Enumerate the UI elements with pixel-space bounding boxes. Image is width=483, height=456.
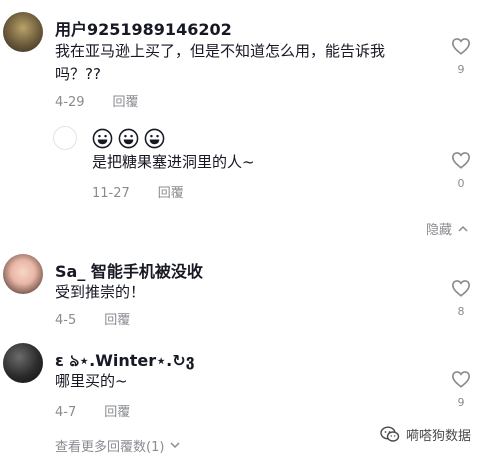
- watermark: 嗬嗒狗数据: [380, 425, 471, 444]
- like-count: 9: [457, 63, 465, 76]
- heart-icon: [451, 280, 471, 297]
- comment-meta: 4-7 回覆: [55, 401, 130, 420]
- avatar[interactable]: [3, 343, 43, 383]
- comment-text: 哪里买的~: [55, 372, 128, 390]
- comment-username[interactable]: 用户9251989146202: [55, 16, 232, 40]
- comment-username[interactable]: Sa_ 智能手机被没收: [55, 258, 203, 282]
- like-count: 8: [457, 305, 465, 318]
- comment-date: 11-27: [92, 186, 130, 201]
- comment-text: 我在亚马逊上买了，但是不知道怎么用，能告诉我吗？??: [55, 42, 386, 83]
- comment-meta: 11-27 回覆: [92, 182, 184, 201]
- like-button[interactable]: 0: [449, 151, 473, 190]
- like-count: 0: [457, 177, 465, 190]
- avatar[interactable]: [3, 254, 43, 294]
- chevron-up-icon: [458, 225, 468, 232]
- comment-date: 4-5: [55, 313, 77, 328]
- heart-icon: [451, 38, 471, 55]
- grin-emoji-icon: [144, 128, 165, 149]
- chevron-down-icon: [170, 442, 180, 449]
- like-button[interactable]: 9: [449, 37, 473, 76]
- view-more-replies-button[interactable]: 查看更多回覆数(1): [55, 436, 180, 455]
- like-button[interactable]: 8: [449, 279, 473, 318]
- more-replies-label: 查看更多回覆数(1): [55, 440, 165, 455]
- grin-emoji-icon: [118, 128, 139, 149]
- comment-text: 是把糖果塞进洞里的人~: [92, 153, 255, 171]
- comment-date: 4-7: [55, 405, 77, 420]
- reply-button[interactable]: 回覆: [104, 405, 130, 420]
- comment-text: 受到推崇的！: [55, 283, 146, 301]
- emoji-row: [92, 128, 165, 149]
- comment-meta: 4-5 回覆: [55, 309, 130, 328]
- grin-emoji-icon: [92, 128, 113, 149]
- reply-button[interactable]: 回覆: [113, 95, 139, 110]
- hide-replies-button[interactable]: 隐藏: [426, 219, 468, 238]
- hide-label: 隐藏: [426, 223, 453, 238]
- like-count: 9: [457, 396, 465, 409]
- avatar[interactable]: [3, 12, 43, 52]
- wechat-logo-icon: [380, 426, 400, 442]
- reply-button[interactable]: 回覆: [158, 186, 184, 201]
- heart-icon: [451, 371, 471, 388]
- watermark-text: 嗬嗒狗数据: [405, 429, 471, 444]
- comment-meta: 4-29 回覆: [55, 91, 139, 110]
- comment-date: 4-29: [55, 95, 85, 110]
- reply-button[interactable]: 回覆: [104, 313, 130, 328]
- avatar[interactable]: [53, 126, 77, 150]
- heart-icon: [451, 152, 471, 169]
- like-button[interactable]: 9: [449, 370, 473, 409]
